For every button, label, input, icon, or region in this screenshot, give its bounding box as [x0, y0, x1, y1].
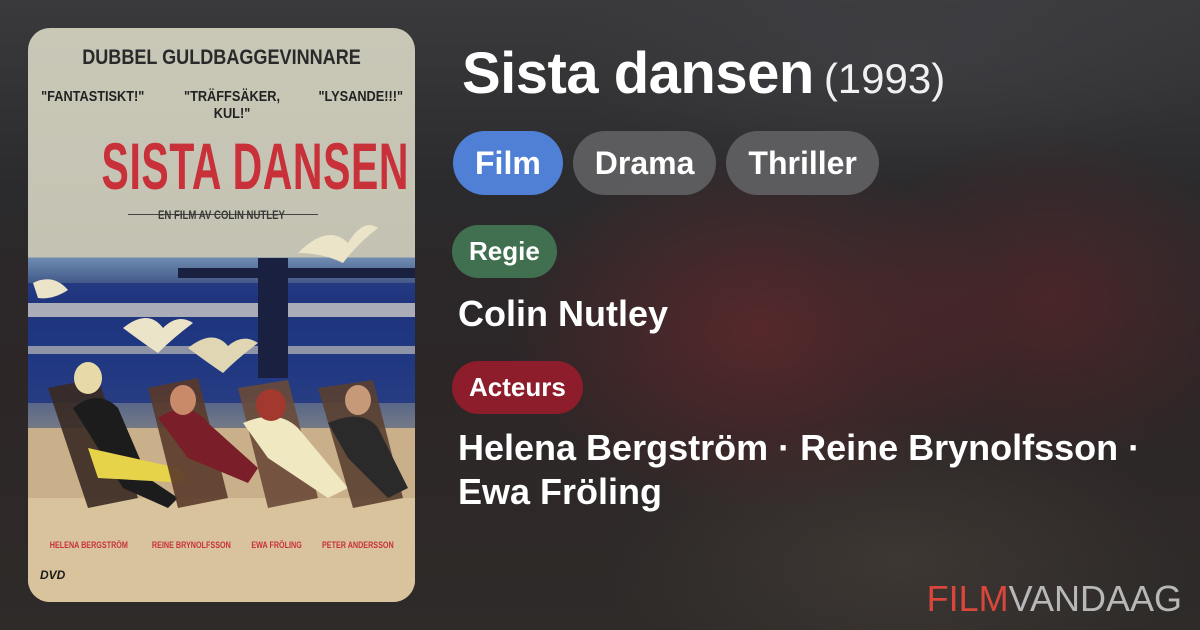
title-row: Sista dansen (1993) — [462, 40, 945, 107]
movie-year: (1993) — [823, 55, 946, 102]
poster-subtitle: EN FILM AV COLIN NUTLEY — [158, 208, 285, 222]
poster-quote: "TRÄFFSÄKER, KUL!" — [184, 88, 281, 122]
poster-quote: "LYSANDE!!!" — [318, 88, 404, 105]
genre-list: Film Drama Thriller — [453, 131, 879, 195]
poster-cast: HELENA BERGSTRÖM REINE BRYNOLFSSON EWA F… — [28, 540, 415, 550]
poster-award-text: DUBBEL GULDBAGGEVINNARE — [82, 46, 361, 69]
poster-cast-name: REINE BRYNOLFSSON — [152, 540, 232, 550]
movie-poster: DUBBEL GULDBAGGEVINNARE "FANTASTISKT!" "… — [28, 28, 415, 602]
actors-names[interactable]: Helena Bergström · Reine Brynolfsson · E… — [458, 426, 1178, 514]
poster-cast-name: EWA FRÖLING — [251, 540, 303, 550]
poster-quotes: "FANTASTISKT!" "TRÄFFSÄKER, KUL!" "LYSAN… — [28, 88, 415, 122]
director-name[interactable]: Colin Nutley — [458, 292, 668, 336]
poster-cast-name: PETER ANDERSSON — [322, 540, 394, 550]
genre-tag-drama[interactable]: Drama — [572, 131, 717, 195]
poster-cast-name: HELENA BERGSTRÖM — [49, 540, 129, 550]
filmvandaag-logo[interactable]: FILMVANDAAG — [927, 578, 1182, 620]
poster-quote: "FANTASTISKT!" — [41, 88, 145, 105]
genre-tag-film[interactable]: Film — [453, 131, 563, 195]
director-label: Regie — [452, 225, 557, 278]
dvd-logo: DVD — [40, 568, 66, 582]
genre-tag-thriller[interactable]: Thriller — [726, 131, 879, 195]
poster-title: SISTA DANSEN — [101, 129, 410, 203]
actors-label: Acteurs — [452, 361, 583, 414]
logo-part-film: FILM — [926, 578, 1009, 619]
logo-part-vandaag: VANDAAG — [1008, 578, 1182, 619]
movie-title: Sista dansen — [462, 41, 814, 106]
